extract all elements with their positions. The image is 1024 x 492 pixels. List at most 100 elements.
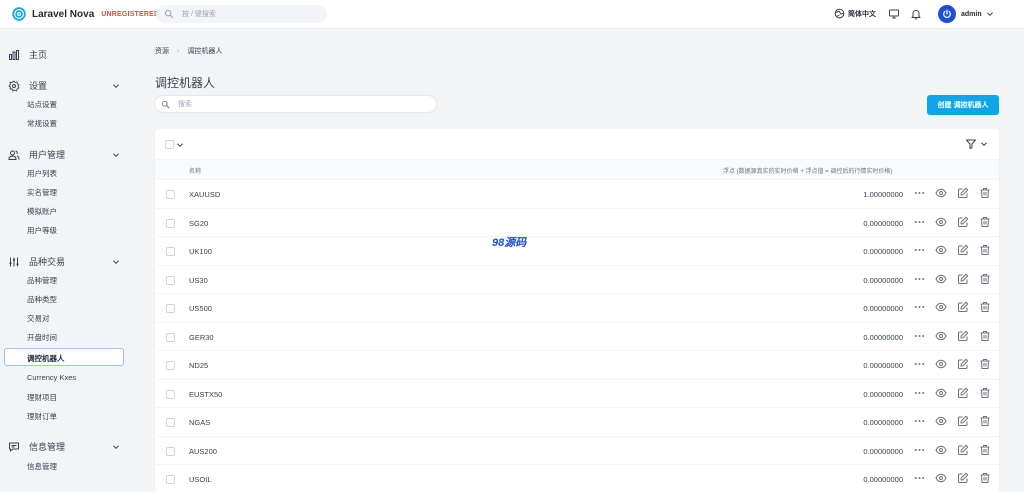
- sidebar-group-settings[interactable]: 设置: [8, 79, 120, 92]
- trash-icon[interactable]: [979, 187, 991, 199]
- more-dots-icon[interactable]: [914, 301, 925, 313]
- edit-icon[interactable]: [957, 244, 969, 256]
- eye-icon[interactable]: [935, 216, 947, 228]
- edit-icon[interactable]: [957, 415, 969, 427]
- table-row[interactable]: GER30 0.00000000: [155, 323, 999, 351]
- edit-icon[interactable]: [957, 273, 969, 285]
- edit-icon[interactable]: [957, 358, 969, 370]
- eye-icon[interactable]: [935, 444, 947, 456]
- bell-icon[interactable]: [910, 8, 922, 20]
- trash-icon[interactable]: [979, 330, 991, 342]
- global-search-input[interactable]: 按 / 键搜索: [156, 5, 327, 23]
- row-checkbox[interactable]: [166, 475, 175, 484]
- table-row[interactable]: NGAS 0.00000000: [155, 408, 999, 437]
- sidebar-item-demo-accounts[interactable]: 模拟账户: [27, 206, 57, 217]
- edit-icon[interactable]: [957, 301, 969, 313]
- edit-icon[interactable]: [957, 387, 969, 399]
- more-dots-icon[interactable]: [914, 358, 925, 370]
- language-switcher[interactable]: 简体中文: [834, 8, 876, 19]
- trash-icon[interactable]: [979, 387, 991, 399]
- trash-icon[interactable]: [979, 301, 991, 313]
- sidebar-item-control-robots[interactable]: 调控机器人: [4, 348, 124, 366]
- user-menu[interactable]: admin: [938, 5, 994, 23]
- table-row[interactable]: USOIL 0.00000000: [155, 465, 999, 492]
- sidebar-item-site-settings[interactable]: 站点设置: [27, 99, 57, 110]
- sidebar-item-general-settings[interactable]: 常规设置: [27, 118, 57, 129]
- trash-icon[interactable]: [979, 216, 991, 228]
- more-dots-icon[interactable]: [914, 273, 925, 285]
- table-row[interactable]: ND25 0.00000000: [155, 351, 999, 380]
- sidebar-group-trading[interactable]: 品种交易: [8, 255, 120, 268]
- sidebar-item-trading-pairs[interactable]: 交易对: [27, 313, 50, 324]
- eye-icon[interactable]: [935, 244, 947, 256]
- row-checkbox[interactable]: [166, 361, 175, 370]
- more-dots-icon[interactable]: [914, 216, 925, 228]
- trash-icon[interactable]: [979, 273, 991, 285]
- more-dots-icon[interactable]: [914, 415, 925, 427]
- edit-icon[interactable]: [957, 444, 969, 456]
- more-dots-icon[interactable]: [914, 472, 925, 484]
- sidebar-item-home[interactable]: 主页: [8, 48, 120, 61]
- row-checkbox[interactable]: [166, 389, 175, 399]
- row-checkbox[interactable]: [166, 304, 175, 313]
- more-dots-icon[interactable]: [914, 387, 925, 399]
- more-dots-icon[interactable]: [914, 187, 925, 199]
- sidebar-item-kyc[interactable]: 实名管理: [27, 187, 57, 198]
- trash-icon[interactable]: [979, 415, 991, 427]
- eye-icon[interactable]: [935, 187, 947, 199]
- sidebar-item-user-levels[interactable]: 用户等级: [27, 225, 57, 236]
- row-checkbox[interactable]: [166, 418, 175, 427]
- app-logo[interactable]: Laravel Nova UNREGISTERED: [12, 7, 159, 21]
- trash-icon[interactable]: [979, 358, 991, 370]
- trash-icon[interactable]: [979, 244, 991, 256]
- column-header-name[interactable]: 名称: [189, 166, 201, 175]
- column-header-float[interactable]: 浮点 (数据源真实的实时价格 + 浮点值 = 调控后的行情实时价格): [723, 166, 892, 175]
- table-row[interactable]: UK100 0.00000000: [155, 237, 999, 266]
- sidebar-group-info[interactable]: 信息管理: [8, 440, 120, 453]
- table-row[interactable]: EUSTX50 0.00000000: [155, 380, 999, 408]
- row-checkbox[interactable]: [166, 247, 175, 256]
- table-row[interactable]: US500 0.00000000: [155, 294, 999, 323]
- sidebar-group-users[interactable]: 用户管理: [8, 148, 120, 161]
- sidebar-item-currency-kxes[interactable]: Currency Kxes: [27, 373, 76, 382]
- row-checkbox[interactable]: [166, 446, 175, 456]
- trash-icon[interactable]: [979, 472, 991, 484]
- eye-icon[interactable]: [935, 472, 947, 484]
- sidebar-item-user-list[interactable]: 用户列表: [27, 168, 57, 179]
- row-checkbox[interactable]: [166, 190, 175, 199]
- sidebar-item-wealth-products[interactable]: 理财项目: [27, 392, 57, 403]
- select-all-checkbox[interactable]: [165, 140, 174, 149]
- more-dots-icon[interactable]: [914, 244, 925, 256]
- more-dots-icon[interactable]: [914, 330, 925, 342]
- breadcrumb-root[interactable]: 资源: [155, 46, 169, 56]
- edit-icon[interactable]: [957, 330, 969, 342]
- select-all-dropdown[interactable]: [165, 140, 184, 149]
- edit-icon[interactable]: [957, 216, 969, 228]
- resource-search-input[interactable]: 搜索: [155, 96, 436, 112]
- eye-icon[interactable]: [935, 301, 947, 313]
- table-row[interactable]: SG20 0.00000000: [155, 209, 999, 237]
- table-row[interactable]: AUS200 0.00000000: [155, 437, 999, 465]
- sidebar-item-info-management[interactable]: 信息管理: [27, 461, 57, 472]
- sidebar-item-instrument-types[interactable]: 品种类型: [27, 294, 57, 305]
- filter-button[interactable]: [965, 138, 988, 150]
- table-row[interactable]: US30 0.00000000: [155, 266, 999, 294]
- more-dots-icon[interactable]: [914, 444, 925, 456]
- eye-icon[interactable]: [935, 358, 947, 370]
- row-checkbox[interactable]: [166, 332, 175, 342]
- row-checkbox[interactable]: [166, 218, 175, 228]
- sidebar-item-wealth-orders[interactable]: 理财订单: [27, 411, 57, 422]
- eye-icon[interactable]: [935, 330, 947, 342]
- sidebar-item-instruments[interactable]: 品种管理: [27, 275, 57, 286]
- sidebar-item-opening-hours[interactable]: 开盘时间: [27, 332, 57, 343]
- create-robot-button[interactable]: 创建 调控机器人: [927, 95, 999, 115]
- trash-icon[interactable]: [979, 444, 991, 456]
- edit-icon[interactable]: [957, 187, 969, 199]
- row-checkbox[interactable]: [166, 275, 175, 285]
- table-row[interactable]: XAUUSD 1.00000000: [155, 180, 999, 209]
- monitor-icon[interactable]: [888, 8, 900, 20]
- eye-icon[interactable]: [935, 387, 947, 399]
- edit-icon[interactable]: [957, 472, 969, 484]
- eye-icon[interactable]: [935, 415, 947, 427]
- eye-icon[interactable]: [935, 273, 947, 285]
